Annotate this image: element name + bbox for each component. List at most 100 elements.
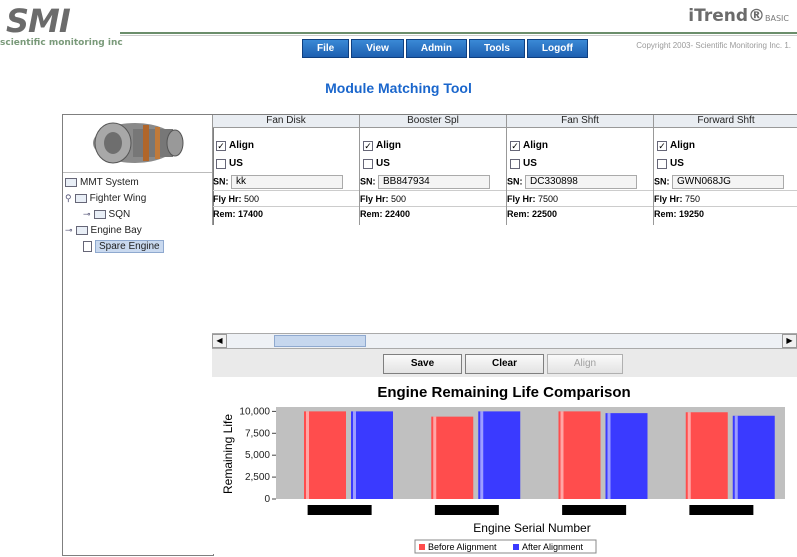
- fly-hours: Fly Hr: 750: [654, 194, 700, 204]
- nav-file[interactable]: File: [302, 39, 350, 58]
- align-checkbox[interactable]: ✓ Align: [657, 140, 695, 151]
- rem-label: Rem:: [213, 209, 236, 219]
- expand-toggle-icon[interactable]: ⚲: [65, 193, 72, 204]
- bar-before-alignment-highlight: [687, 412, 691, 499]
- folder-icon: [74, 194, 87, 203]
- tree-item-engine-bay[interactable]: ⊸ Engine Bay: [65, 225, 142, 236]
- horizontal-scrollbar[interactable]: ◀ ▶: [212, 333, 797, 349]
- tree-item-fighter-wing[interactable]: ⚲ Fighter Wing: [65, 193, 146, 204]
- fly-value: 750: [685, 194, 701, 204]
- sn-label: SN:: [654, 176, 670, 187]
- y-tick-label: 7,500: [245, 428, 270, 439]
- remaining-life: Rem: 19250: [654, 209, 704, 219]
- copyright-text: Copyright 2003- Scientific Monitoring In…: [636, 41, 791, 50]
- bar-after-alignment: [351, 411, 393, 499]
- legend: Before Alignment After Alignment: [414, 539, 597, 554]
- fly-label: Fly Hr:: [213, 194, 242, 204]
- engine-image: [63, 115, 213, 173]
- fly-label: Fly Hr:: [507, 194, 536, 204]
- sn-input[interactable]: BB847934: [378, 175, 491, 189]
- remaining-life: Rem: 22400: [360, 209, 410, 219]
- tree-label: Engine Bay: [90, 225, 142, 236]
- header-divider: [120, 32, 797, 34]
- rem-value: 17400: [238, 209, 264, 219]
- fly-value: 7500: [538, 194, 559, 204]
- brand-suffix: BASIC: [765, 14, 789, 23]
- rem-value: 22400: [385, 209, 411, 219]
- document-icon: [83, 241, 92, 252]
- checkbox-unchecked-icon[interactable]: [657, 158, 667, 169]
- y-tick-label: 10,000: [239, 406, 270, 417]
- checkbox-label: US: [670, 158, 684, 169]
- rem-label: Rem:: [507, 209, 530, 219]
- tree-item-spare-engine[interactable]: Spare Engine: [83, 240, 164, 253]
- clear-button[interactable]: Clear: [465, 354, 544, 374]
- align-button[interactable]: Align: [547, 354, 623, 374]
- module-header: Forward Shft: [654, 115, 797, 128]
- expand-toggle-icon[interactable]: ⊸: [65, 225, 73, 236]
- logo: SMI scientific monitoring inc: [0, 0, 130, 54]
- row-divider: [654, 190, 797, 191]
- header-divider-light: [120, 35, 797, 36]
- nav-logoff[interactable]: Logoff: [526, 39, 588, 58]
- bar-before-alignment-highlight: [306, 411, 309, 499]
- bar-before-alignment: [304, 411, 346, 499]
- scroll-left-icon[interactable]: ◀: [212, 334, 227, 348]
- module-column: Booster Spl ✓ Align US SN: BB847934 Fly H…: [359, 115, 506, 225]
- sn-field: SN: kk: [213, 175, 344, 189]
- chart-svg: Engine Remaining Life Comparison Remaini…: [221, 384, 785, 554]
- checkbox-checked-icon[interactable]: ✓: [510, 140, 520, 151]
- checkbox-checked-icon[interactable]: ✓: [657, 140, 667, 151]
- checkbox-checked-icon[interactable]: ✓: [363, 140, 373, 151]
- us-checkbox[interactable]: US: [363, 158, 390, 169]
- nav-tools[interactable]: Tools: [468, 39, 525, 58]
- y-tick-label: 5,000: [245, 450, 270, 461]
- tree-item-root[interactable]: MMT System: [65, 177, 139, 188]
- scroll-right-icon[interactable]: ▶: [782, 334, 797, 348]
- scroll-thumb[interactable]: [274, 335, 366, 347]
- checkbox-unchecked-icon[interactable]: [363, 158, 373, 169]
- bar-after-alignment: [605, 413, 648, 499]
- tree-label: MMT System: [80, 177, 139, 188]
- bar-before-alignment: [431, 416, 474, 499]
- bar-before-alignment-highlight: [433, 416, 437, 499]
- checkbox-label: US: [376, 158, 390, 169]
- rem-label: Rem:: [654, 209, 677, 219]
- checkbox-unchecked-icon[interactable]: [510, 158, 520, 169]
- save-button[interactable]: Save: [383, 354, 462, 374]
- fly-hours: Fly Hr: 7500: [507, 194, 558, 204]
- nav-admin[interactable]: Admin: [405, 39, 467, 58]
- us-checkbox[interactable]: US: [216, 158, 243, 169]
- checkbox-unchecked-icon[interactable]: [216, 158, 226, 169]
- align-checkbox[interactable]: ✓ Align: [363, 140, 401, 151]
- nav-view[interactable]: View: [351, 39, 404, 58]
- us-checkbox[interactable]: US: [510, 158, 537, 169]
- module-column: Fan Shft ✓ Align US SN: DC330898 Fly Hr: …: [506, 115, 653, 225]
- legend-label-before: Before Alignment: [428, 542, 497, 552]
- row-divider: [213, 190, 359, 191]
- checkbox-label: US: [523, 158, 537, 169]
- legend-swatch-after: [513, 544, 519, 550]
- remaining-life: Rem: 17400: [213, 209, 263, 219]
- brand-name: iTrend®BASIC: [688, 6, 789, 26]
- brand-label: iTrend®: [688, 6, 766, 26]
- tree-label: SQN: [108, 209, 131, 220]
- tree-item-sqn[interactable]: ⊸ SQN: [83, 209, 130, 220]
- fly-value: 500: [391, 194, 407, 204]
- left-panel: MMT System ⚲ Fighter Wing ⊸ SQN ⊸ Engine…: [62, 114, 214, 556]
- sn-input[interactable]: GWN068JG: [672, 175, 785, 189]
- align-checkbox[interactable]: ✓ Align: [216, 140, 254, 151]
- remaining-life-chart: Engine Remaining Life Comparison Remaini…: [212, 377, 797, 554]
- sn-input[interactable]: kk: [231, 175, 344, 189]
- checkbox-checked-icon[interactable]: ✓: [216, 140, 226, 151]
- checkbox-label: Align: [523, 140, 548, 151]
- bar-after-alignment-highlight: [607, 413, 611, 499]
- module-grid-empty-area: [212, 225, 797, 333]
- tree-connector-icon: ⊸: [83, 209, 91, 219]
- us-checkbox[interactable]: US: [657, 158, 684, 169]
- sn-input[interactable]: DC330898: [525, 175, 638, 189]
- row-divider: [507, 190, 653, 191]
- align-checkbox[interactable]: ✓ Align: [510, 140, 548, 151]
- y-tick-label: 0: [264, 494, 270, 505]
- page-title: Module Matching Tool: [325, 80, 472, 96]
